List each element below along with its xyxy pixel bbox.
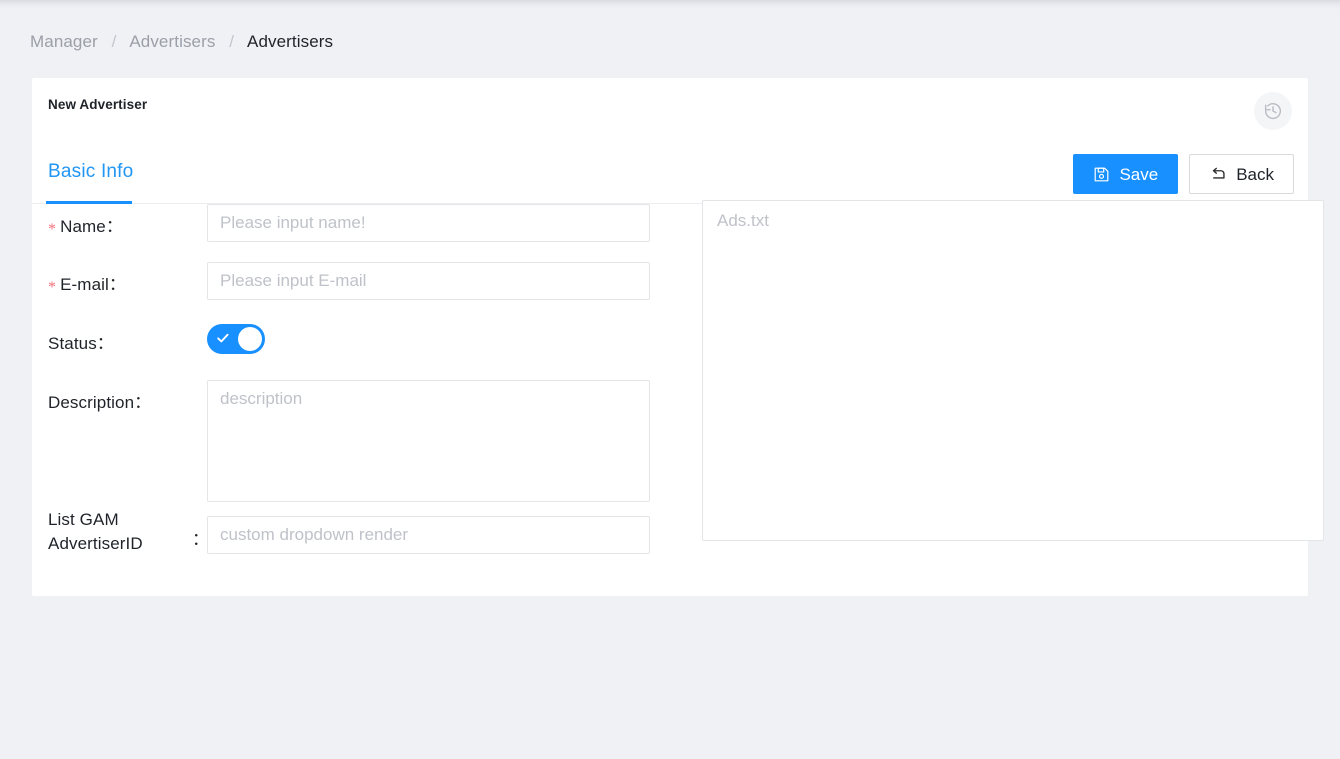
label-name-text: Name [60, 217, 106, 236]
check-icon [216, 331, 230, 345]
label-colon: ： [108, 275, 126, 294]
label-description-text: Description [48, 393, 135, 412]
label-gam-advertiser-id: List GAM AdvertiserID [48, 510, 143, 553]
label-description: Description： [48, 388, 168, 413]
gam-advertiser-id-select[interactable] [207, 516, 650, 554]
back-button-label: Back [1236, 164, 1274, 184]
label-colon: ： [105, 217, 123, 236]
breadcrumb-item-advertisers[interactable]: Advertisers [129, 32, 215, 51]
save-floppy-icon [1093, 166, 1110, 183]
form-actions: Save Back [1073, 154, 1294, 194]
breadcrumb-item-manager[interactable]: Manager [30, 32, 98, 51]
breadcrumb-separator: / [111, 32, 117, 51]
save-button[interactable]: Save [1073, 154, 1179, 194]
app-header-shadow [0, 0, 1340, 9]
history-clock-icon [1263, 101, 1283, 121]
save-button-label: Save [1119, 164, 1159, 184]
required-asterisk: * [48, 279, 57, 296]
back-button[interactable]: Back [1189, 154, 1294, 194]
label-status-text: Status [48, 334, 97, 353]
tab-bar: Basic Info Save Back [32, 151, 1308, 204]
label-colon: ： [96, 334, 114, 353]
advertiser-form-card: New Advertiser Basic Info Save Back * Na… [32, 78, 1324, 596]
tab-basic-info[interactable]: Basic Info [48, 161, 133, 183]
label-colon: ： [134, 393, 152, 412]
description-textarea[interactable] [207, 380, 650, 502]
history-clock-icon-button[interactable] [1254, 92, 1292, 130]
label-email: * E-mail： [48, 270, 168, 296]
status-toggle-switch[interactable] [207, 324, 265, 354]
required-asterisk: * [48, 221, 57, 238]
page-title: New Advertiser [48, 97, 148, 112]
email-input[interactable] [207, 262, 650, 300]
name-input[interactable] [207, 204, 650, 242]
breadcrumb: Manager / Advertisers / Advertisers [30, 32, 333, 52]
label-status: Status： [48, 329, 168, 354]
breadcrumb-item-current: Advertisers [247, 32, 334, 51]
form-body: *Name： *E-mail： Status： [32, 200, 1324, 596]
breadcrumb-separator: / [229, 32, 235, 51]
rollback-arrow-icon [1209, 165, 1227, 183]
toggle-knob [238, 327, 262, 351]
form-left-column: *Name： *E-mail： Status： [32, 204, 672, 596]
label-name: * Name： [48, 212, 168, 238]
ads-txt-textarea[interactable] [702, 200, 1324, 541]
label-email-text: E-mail [60, 275, 109, 294]
